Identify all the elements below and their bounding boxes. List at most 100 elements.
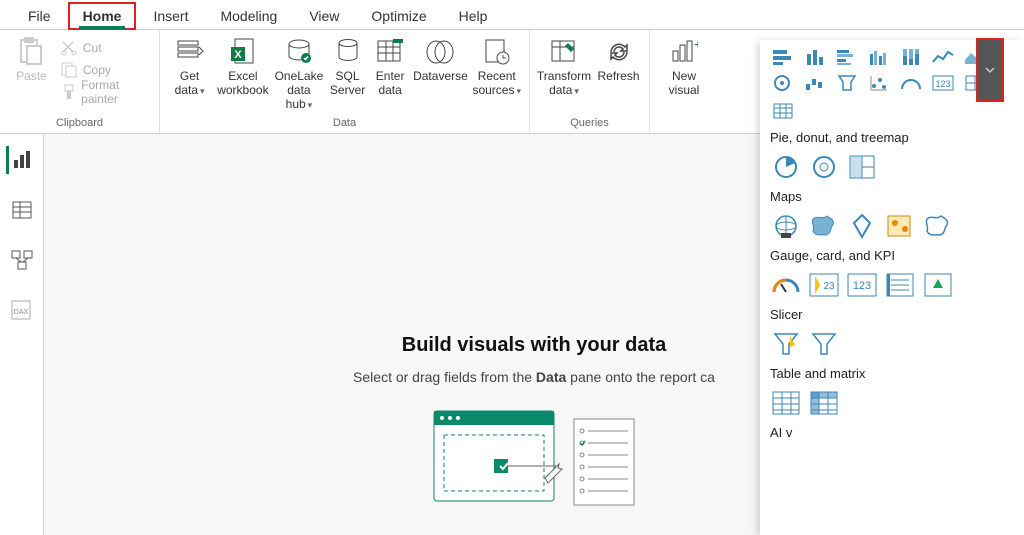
refresh-label: Refresh <box>597 70 639 84</box>
treemap-icon[interactable] <box>846 153 878 181</box>
canvas-title: Build visuals with your data <box>402 334 667 357</box>
100-stacked-column-icon[interactable] <box>898 46 924 68</box>
recent-sources-button[interactable]: Recentsources <box>472 34 521 112</box>
dax-view-button[interactable]: DAX <box>8 296 36 324</box>
new-visual-label: Newvisual <box>669 70 700 98</box>
clustered-bar-icon[interactable] <box>834 46 860 68</box>
clustered-column-icon[interactable] <box>866 46 892 68</box>
scatter-icon[interactable] <box>866 72 892 94</box>
menu-view[interactable]: View <box>295 3 353 29</box>
new-visual-button[interactable]: + Newvisual <box>658 34 710 112</box>
visualization-dropdown: 123 Pie, donut, and treemap Maps Gauge, … <box>760 40 1024 535</box>
funnel-icon[interactable] <box>834 72 860 94</box>
visualization-collapse-button[interactable] <box>976 38 1004 102</box>
stacked-column-icon[interactable] <box>802 46 828 68</box>
get-data-button[interactable]: Getdata <box>168 34 211 112</box>
cat-table-label: Table and matrix <box>770 366 1018 381</box>
enter-data-label: Enterdata <box>376 70 405 98</box>
filled-map-icon[interactable] <box>808 212 840 240</box>
format-painter-button[interactable]: Format painter <box>61 82 151 102</box>
refresh-icon <box>603 36 635 68</box>
report-view-icon <box>12 150 32 170</box>
multi-row-card-icon[interactable] <box>884 271 916 299</box>
matrix-visual-icon[interactable] <box>808 389 840 417</box>
dataverse-icon <box>424 36 456 68</box>
card-new-icon[interactable]: 23 <box>808 271 840 299</box>
transform-data-button[interactable]: Transformdata <box>538 34 590 112</box>
copy-icon <box>61 62 77 78</box>
canvas-illustration <box>424 401 644 521</box>
menu-file[interactable]: File <box>14 3 65 29</box>
map-icon[interactable] <box>770 212 802 240</box>
get-data-icon <box>174 36 206 68</box>
cat-maps-label: Maps <box>770 189 1018 204</box>
dataverse-label: Dataverse <box>413 70 468 84</box>
report-view-button[interactable] <box>6 146 34 174</box>
menu-help[interactable]: Help <box>445 3 502 29</box>
paste-button[interactable]: Paste <box>8 34 55 112</box>
line-chart-icon[interactable] <box>930 46 956 68</box>
onelake-label: OneLakedata hub <box>275 70 324 111</box>
cat-pie-label: Pie, donut, and treemap <box>770 130 1018 145</box>
svg-text:+: + <box>694 39 698 52</box>
dax-icon: DAX <box>11 300 33 320</box>
card-icon[interactable]: 123 <box>846 271 878 299</box>
recent-icon <box>481 36 513 68</box>
paste-label: Paste <box>16 70 47 84</box>
clipboard-group-label: Clipboard <box>8 115 151 131</box>
cat-gauge-label: Gauge, card, and KPI <box>770 248 1018 263</box>
dataverse-button[interactable]: Dataverse <box>414 34 466 112</box>
pie-chart-icon[interactable] <box>770 153 802 181</box>
format-painter-label: Format painter <box>81 78 151 106</box>
recent-label: Recentsources <box>472 70 521 98</box>
refresh-button[interactable]: Refresh <box>596 34 641 112</box>
queries-group-label: Queries <box>538 115 641 131</box>
gauge-icon[interactable] <box>770 271 802 299</box>
chevron-down-icon <box>985 65 995 75</box>
gauge-icon-small[interactable] <box>898 72 924 94</box>
onelake-button[interactable]: OneLakedata hub <box>275 34 324 112</box>
slicer-icon[interactable] <box>808 330 840 358</box>
new-visual-icon: + <box>668 36 700 68</box>
cut-label: Cut <box>83 41 102 55</box>
cut-icon <box>61 40 77 56</box>
shape-map-icon[interactable] <box>922 212 954 240</box>
table-icon-small[interactable] <box>770 100 796 122</box>
svg-text:123: 123 <box>935 79 950 89</box>
copy-button[interactable]: Copy <box>61 60 151 80</box>
ribbon-chart-icon[interactable] <box>770 72 796 94</box>
model-view-button[interactable] <box>8 246 36 274</box>
svg-text:X: X <box>234 49 242 61</box>
donut-chart-icon[interactable] <box>808 153 840 181</box>
brush-icon <box>61 84 75 100</box>
excel-icon: X <box>227 36 259 68</box>
sql-icon <box>332 36 364 68</box>
waterfall-icon[interactable] <box>802 72 828 94</box>
stacked-bar-icon[interactable] <box>770 46 796 68</box>
excel-button[interactable]: X Excelworkbook <box>217 34 268 112</box>
arcgis-map-icon[interactable] <box>884 212 916 240</box>
data-group-label: Data <box>168 115 521 131</box>
cut-button[interactable]: Cut <box>61 38 151 58</box>
slicer-new-icon[interactable] <box>770 330 802 358</box>
enter-data-button[interactable]: Enterdata <box>372 34 409 112</box>
get-data-label: Getdata <box>175 70 205 98</box>
sql-server-button[interactable]: SQLServer <box>329 34 366 112</box>
menu-optimize[interactable]: Optimize <box>357 3 440 29</box>
menu-bar: File Home Insert Modeling View Optimize … <box>0 0 1024 30</box>
table-visual-icon[interactable] <box>770 389 802 417</box>
azure-map-icon[interactable] <box>846 212 878 240</box>
table-view-icon <box>12 201 32 219</box>
menu-modeling[interactable]: Modeling <box>206 3 291 29</box>
svg-text:123: 123 <box>853 280 871 292</box>
paste-icon <box>15 36 47 68</box>
card-icon-small[interactable]: 123 <box>930 72 956 94</box>
table-view-button[interactable] <box>8 196 36 224</box>
menu-insert[interactable]: Insert <box>139 3 202 29</box>
kpi-icon[interactable] <box>922 271 954 299</box>
menu-home[interactable]: Home <box>69 3 136 29</box>
svg-text:DAX: DAX <box>13 309 28 316</box>
transform-icon <box>548 36 580 68</box>
canvas-subtitle: Select or drag fields from the Data pane… <box>353 369 715 385</box>
view-switcher: DAX <box>0 134 44 535</box>
